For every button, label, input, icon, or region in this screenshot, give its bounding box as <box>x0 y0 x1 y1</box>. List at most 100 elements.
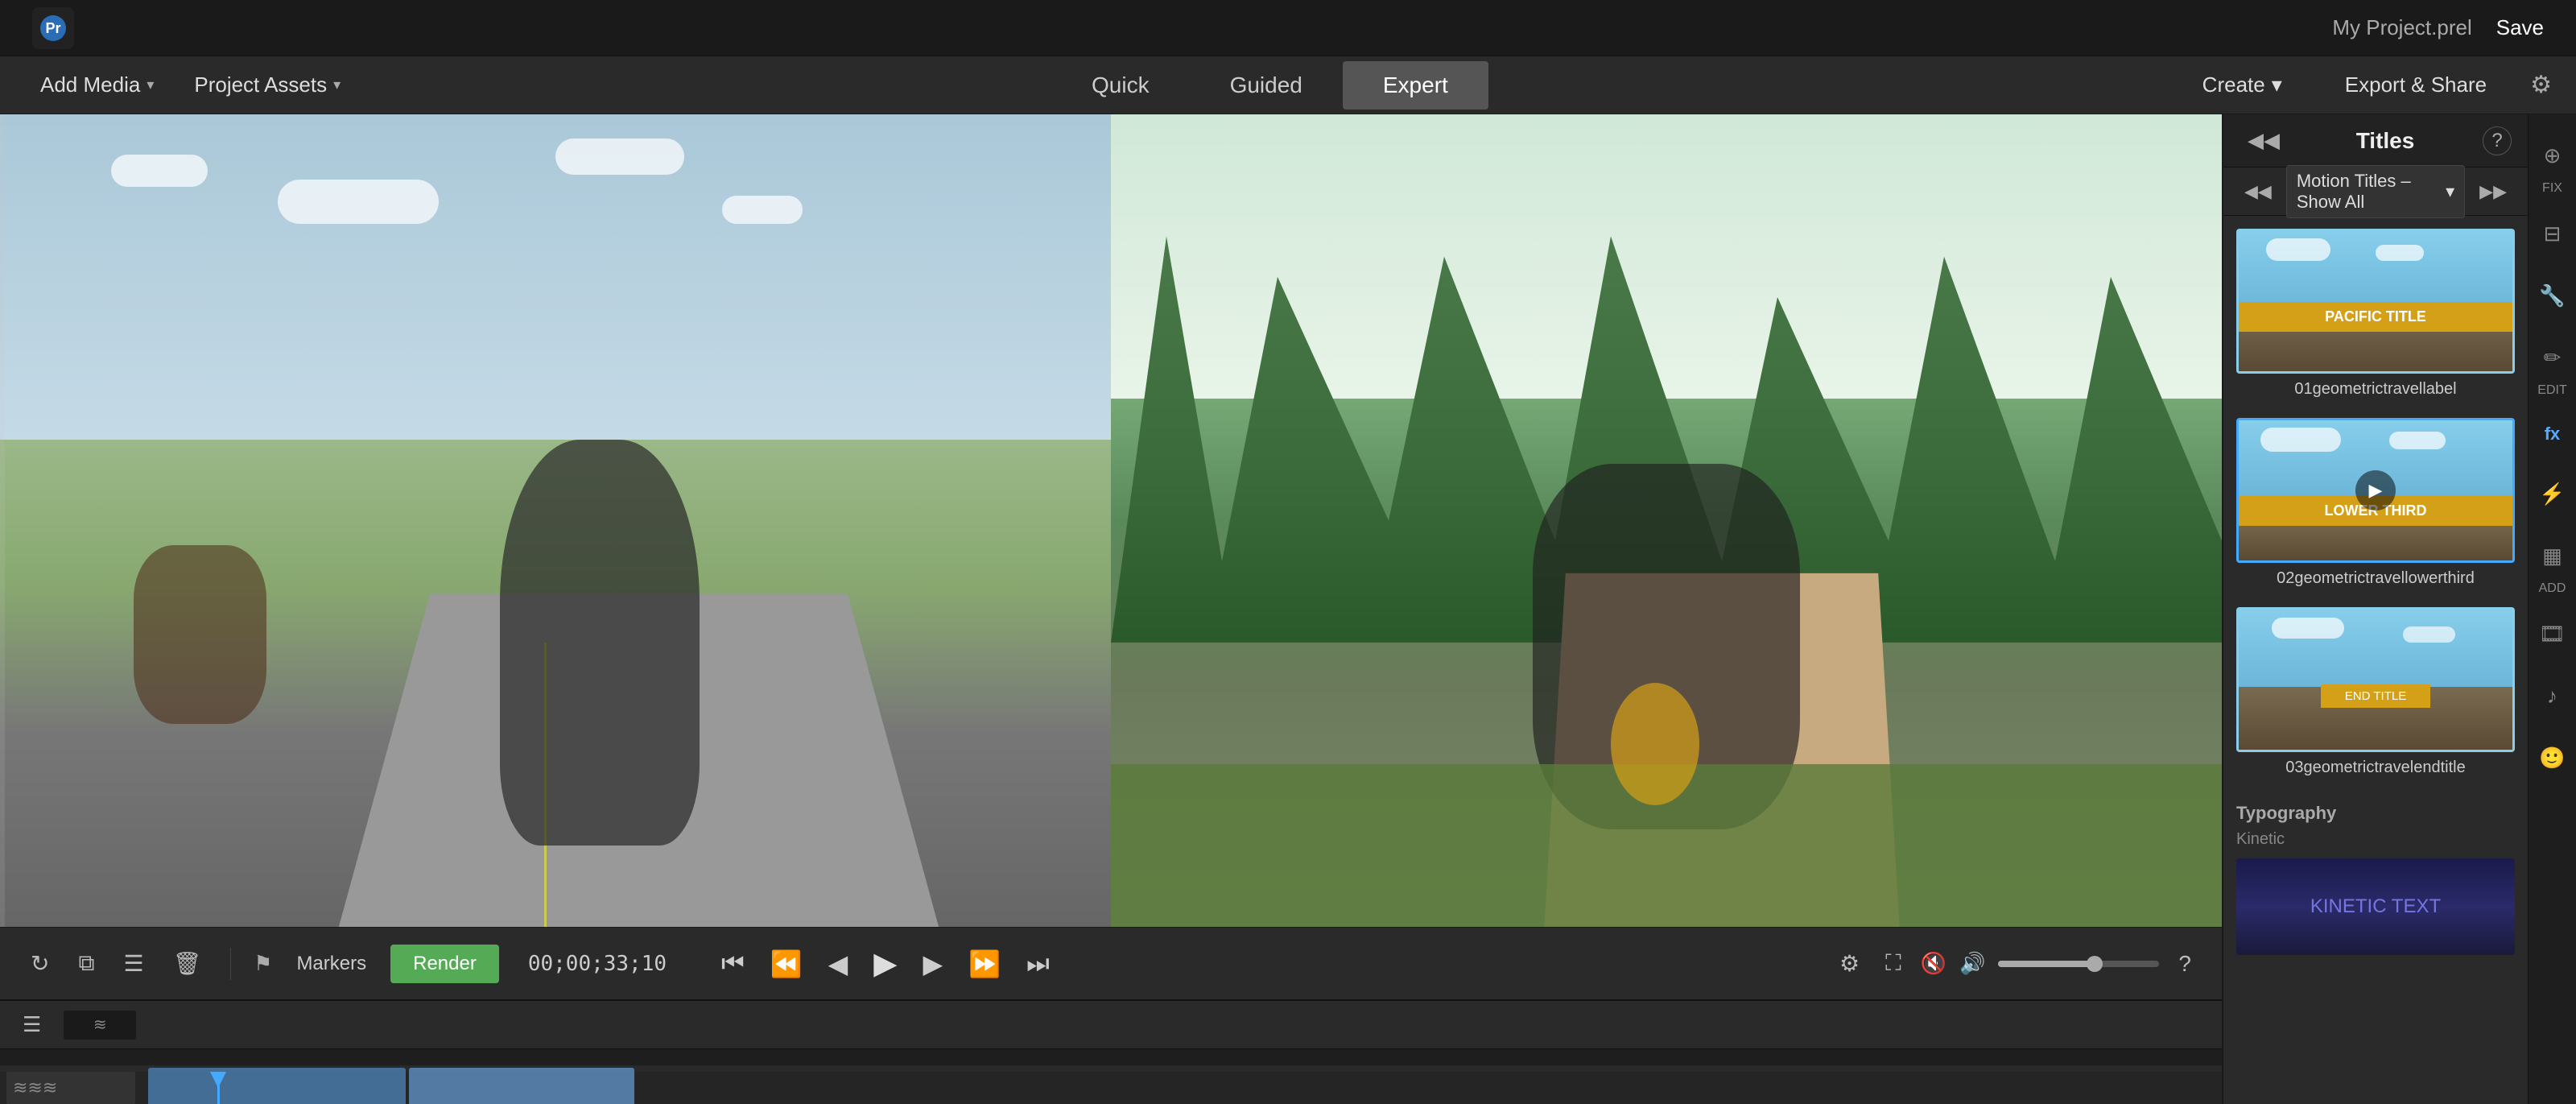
fx-button[interactable]: fx <box>2529 412 2576 456</box>
fix-label: FIX <box>2542 181 2562 196</box>
checklist-icon[interactable]: ☰ <box>117 944 150 983</box>
emoji-button[interactable]: 🙂 <box>2529 734 2576 782</box>
title-thumb-2: LOWER THIRD ▶ <box>2236 418 2515 563</box>
settings-icon[interactable]: ⚙ <box>2530 71 2552 99</box>
title-card-3[interactable]: END TITLE 03geometrictravelendtitle <box>2236 607 2515 777</box>
fix-button[interactable]: ⊕ <box>2529 132 2576 180</box>
panel-nav-back-button[interactable]: ◀◀ <box>2240 125 2288 156</box>
mode-selector: Quick Guided Expert <box>1051 61 1488 110</box>
filter-dropdown-arrow-icon: ▾ <box>2446 181 2454 202</box>
panel-help-button[interactable]: ? <box>2483 126 2512 155</box>
export-button[interactable]: Export & Share <box>2326 63 2506 107</box>
prev-frame-button[interactable]: ◀ <box>819 942 858 986</box>
cloud-6 <box>2403 626 2455 643</box>
align-group: ⊟ <box>2529 205 2576 263</box>
title-card-name-2: 02geometrictravellowerthird <box>2236 569 2515 588</box>
speaker-icon[interactable]: 🔊 <box>1959 951 1985 976</box>
timeline-playhead[interactable] <box>217 1072 220 1104</box>
panel-content: PACIFIC TITLE 01geometrictravellabel LOW… <box>2223 216 2528 1104</box>
panel-title: Titles <box>2356 128 2415 154</box>
fullscreen-icon[interactable]: ⛶ <box>1879 944 1908 983</box>
app-logo: Pr <box>32 7 74 49</box>
menu-left: Add Media ▾ Project Assets ▾ <box>24 63 357 107</box>
preview-divider <box>0 114 5 927</box>
effects-button[interactable]: ⚡ <box>2529 470 2576 518</box>
edit-button[interactable]: ✏ <box>2529 334 2576 382</box>
align-button[interactable]: ⊟ <box>2529 210 2576 258</box>
help-icon[interactable]: ? <box>2172 945 2198 983</box>
typography-header: Typography <box>2236 803 2515 824</box>
preview-right <box>1111 114 2222 927</box>
title-card-name-3: 03geometrictravelendtitle <box>2236 759 2515 777</box>
mode-guided-button[interactable]: Guided <box>1190 61 1343 110</box>
cloud-3 <box>2260 428 2341 452</box>
mode-quick-button[interactable]: Quick <box>1051 61 1190 110</box>
title-label-1: PACIFIC TITLE <box>2239 302 2512 332</box>
markers-flag-icon: ⚑ <box>254 951 272 976</box>
right-icons-panel: ⊕ FIX ⊟ 🔧 ✏ EDIT fx ⚡ <box>2528 114 2576 1104</box>
right-panel: ◀◀ Titles ? ◀◀ Motion Titles – Show All … <box>2222 114 2528 1104</box>
filter-nav-forward-button[interactable]: ▶▶ <box>2471 178 2515 205</box>
music-button[interactable]: ♪ <box>2529 672 2576 720</box>
create-button[interactable]: Create ▾ <box>2183 63 2301 107</box>
delete-icon[interactable]: 🗑 <box>167 944 208 983</box>
cloud-2 <box>2376 245 2424 261</box>
mode-expert-button[interactable]: Expert <box>1343 61 1488 110</box>
play-button[interactable]: ▶ <box>864 939 906 988</box>
waveform-icon: ≋≋≋ <box>13 1077 57 1098</box>
settings-media-icon[interactable]: ⚙ <box>1833 944 1866 983</box>
film-icon: 🎞 <box>2529 622 2576 647</box>
title-bg-3: END TITLE <box>2239 610 2512 750</box>
rotate-icon[interactable]: ↻ <box>24 944 56 983</box>
volume-slider[interactable] <box>1998 961 2159 967</box>
filter-dropdown[interactable]: Motion Titles – Show All ▾ <box>2286 165 2465 218</box>
fix-icon: ⊕ <box>2529 143 2576 168</box>
step-back-button[interactable]: ⏪ <box>761 942 812 986</box>
add-media-button[interactable]: Add Media ▾ <box>24 63 170 107</box>
save-button[interactable]: Save <box>2496 15 2544 40</box>
clip-block-1[interactable] <box>148 1068 406 1104</box>
duplicate-icon[interactable]: ⧉ <box>72 944 101 983</box>
step-forward-button[interactable]: ⏩ <box>959 942 1010 986</box>
timeline-toolbar: ☰ ≋ <box>0 1001 2222 1049</box>
markers-label: Markers <box>288 953 374 975</box>
volume-fill <box>1998 961 2095 967</box>
clip-block-2[interactable] <box>409 1068 634 1104</box>
timeline-track[interactable]: 00;00;00;00 00;00;02;00 00;01;04;02 00;0… <box>0 1049 2222 1104</box>
fx-group: fx <box>2529 407 2576 461</box>
add-button[interactable]: ▦ <box>2529 532 2576 580</box>
wrench-button[interactable]: 🔧 <box>2529 272 2576 320</box>
timeline-settings-icon[interactable]: ☰ <box>13 1007 51 1042</box>
emoji-icon: 🙂 <box>2529 746 2576 771</box>
cloud-4 <box>2389 432 2446 449</box>
effects-group: ⚡ <box>2529 465 2576 523</box>
title-card-name-1: 01geometrictravellabel <box>2236 380 2515 399</box>
film-button[interactable]: 🎞 <box>2529 610 2576 658</box>
top-bar-right: My Project.prel Save <box>2332 15 2544 40</box>
panel-filter-bar: ◀◀ Motion Titles – Show All ▾ ▶▶ <box>2223 167 2528 216</box>
next-frame-button[interactable]: ▶ <box>914 942 953 986</box>
transport-controls: ⏮ ⏪ ◀ ▶ ▶ ⏩ ⏭ <box>712 939 1059 988</box>
title-card-2[interactable]: LOWER THIRD ▶ 02geometrictravellowerthir… <box>2236 418 2515 588</box>
menu-right: Create ▾ Export & Share ⚙ <box>2183 63 2552 107</box>
preview-area <box>0 114 2222 927</box>
play-overlay-2[interactable]: ▶ <box>2355 470 2396 511</box>
skip-to-start-button[interactable]: ⏮ <box>712 942 754 986</box>
project-assets-button[interactable]: Project Assets ▾ <box>178 63 357 107</box>
preview-right-scene <box>1111 114 2222 927</box>
mute-icon[interactable]: 🔇 <box>1921 951 1946 976</box>
add-group: ▦ ADD <box>2529 527 2576 601</box>
title-label-3: END TITLE <box>2321 684 2430 708</box>
preview-left <box>0 114 1111 927</box>
track-content: ≋≋≋ <box>0 1072 2222 1104</box>
panel-header: ◀◀ Titles ? <box>2223 114 2528 167</box>
volume-handle[interactable] <box>2087 956 2103 972</box>
filter-nav-back-button[interactable]: ◀◀ <box>2236 178 2280 205</box>
kinetic-card-thumb[interactable]: KINETIC TEXT <box>2236 858 2515 955</box>
cloud-1 <box>2266 238 2330 261</box>
skip-to-end-button[interactable]: ⏭ <box>1017 942 1059 986</box>
edit-label: EDIT <box>2537 383 2566 398</box>
title-card-1[interactable]: PACIFIC TITLE 01geometrictravellabel <box>2236 229 2515 399</box>
control-bar: ↻ ⧉ ☰ 🗑 ⚑ Markers Render 00;00;33;10 ⏮ ⏪… <box>0 927 2222 999</box>
render-button[interactable]: Render <box>390 945 499 983</box>
